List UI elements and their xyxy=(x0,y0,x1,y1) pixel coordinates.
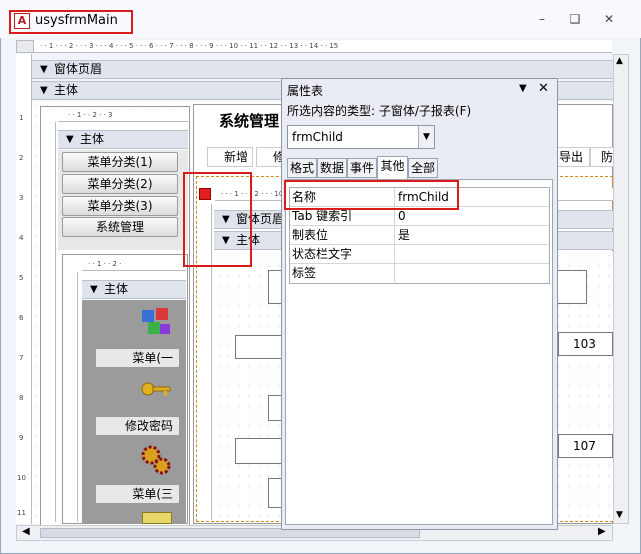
property-key: 标签 xyxy=(292,266,317,280)
section-label: 主体 xyxy=(80,132,105,146)
restore-button[interactable]: ❑ xyxy=(565,12,585,28)
vruler-num: 8 xyxy=(19,394,24,402)
small-tool-icon[interactable] xyxy=(142,512,172,524)
vruler-num: 9 xyxy=(19,434,24,442)
selection-type-label: 所选内容的类型: 子窗体/子报表(F) xyxy=(287,104,472,118)
vruler-num: 10 xyxy=(17,474,26,482)
object-selector[interactable]: frmChild ▼ xyxy=(287,125,435,149)
name-property-highlight-box xyxy=(284,180,459,210)
vruler-num: 3 xyxy=(19,194,24,202)
form-header-section[interactable]: ▼ 窗体页眉 xyxy=(32,60,613,79)
property-key: 状态栏文字 xyxy=(292,247,353,261)
main-panel-title: 系统管理 xyxy=(219,112,280,130)
value-field[interactable]: 107 xyxy=(558,434,613,458)
close-button[interactable]: ✕ xyxy=(599,12,619,28)
vruler-num: 4 xyxy=(19,234,24,242)
key-icon[interactable] xyxy=(140,376,172,402)
vruler-num: 2 xyxy=(19,154,24,162)
scroll-right-arrow-icon[interactable]: ▶ xyxy=(598,526,606,537)
vruler-num: 5 xyxy=(19,274,24,282)
tab-data[interactable]: 数据 xyxy=(317,158,347,178)
property-row-status-bar-text[interactable]: 状态栏文字 xyxy=(290,245,549,264)
top-ruler: · · 1 · · · 2 · · · 3 · · · 4 · · · 5 · … xyxy=(34,40,612,53)
left-ruler: 1 2 3 4 5 6 7 8 9 10 11 xyxy=(16,54,32,524)
gears-icon[interactable] xyxy=(140,444,172,476)
control-placeholder[interactable] xyxy=(235,438,287,464)
print-button[interactable]: 防 xyxy=(590,147,614,167)
new-button[interactable]: 新增 xyxy=(207,147,253,167)
menu-icon[interactable] xyxy=(140,306,172,338)
property-sheet-close-icon[interactable]: ✕ xyxy=(538,81,549,96)
vruler-num: 11 xyxy=(17,509,26,517)
section-label: 主体 xyxy=(54,83,79,97)
change-password-label[interactable]: 修改密码 xyxy=(95,416,180,436)
chevron-down-icon[interactable]: ▼ xyxy=(418,126,434,148)
subform-highlight-box xyxy=(183,172,252,267)
section-label: 窗体页眉 xyxy=(54,62,103,76)
scroll-left-arrow-icon[interactable]: ◀ xyxy=(22,526,30,537)
vruler-num: 6 xyxy=(19,314,24,322)
minimize-button[interactable]: – xyxy=(532,12,552,28)
menu-category-3-button[interactable]: 菜单分类(3) xyxy=(62,196,178,216)
modify-button[interactable]: 修 xyxy=(256,147,285,167)
vertical-scrollbar[interactable] xyxy=(613,54,629,524)
tab-all[interactable]: 全部 xyxy=(408,158,438,178)
icon-subform-ruler: · · 1 · · 2 · xyxy=(82,258,186,271)
scroll-down-arrow-icon[interactable]: ▼ xyxy=(616,510,623,520)
tab-other[interactable]: 其他 xyxy=(377,156,408,180)
property-key: 制表位 xyxy=(292,228,329,242)
property-row-tab-stop[interactable]: 制表位 是 xyxy=(290,226,549,245)
object-selector-value: frmChild xyxy=(292,130,343,144)
menu-1-label[interactable]: 菜单(一 xyxy=(95,348,180,368)
property-row-tag[interactable]: 标签 xyxy=(290,264,549,283)
export-button[interactable]: 导出 xyxy=(556,147,590,167)
icon-subform-vruler xyxy=(64,272,78,522)
tab-format[interactable]: 格式 xyxy=(287,158,317,178)
title-highlight-box xyxy=(9,10,133,34)
control-placeholder[interactable] xyxy=(235,335,287,359)
menu-subform-detail-section[interactable]: ▼ 主体 xyxy=(58,130,188,149)
menu-3-label[interactable]: 菜单(三 xyxy=(95,484,180,504)
property-sheet-dropdown-icon[interactable]: ▼ xyxy=(519,83,527,94)
icon-subform-detail-section[interactable]: ▼ 主体 xyxy=(82,280,186,299)
value-field[interactable]: 103 xyxy=(558,332,613,356)
property-value[interactable]: 是 xyxy=(398,226,410,244)
scroll-up-arrow-icon[interactable]: ▲ xyxy=(616,56,623,66)
menu-subform-ruler: · · 1 · · 2 · · 3 xyxy=(58,109,188,122)
system-management-button[interactable]: 系统管理 xyxy=(62,217,178,237)
menu-subform-vruler xyxy=(42,122,56,522)
tab-event[interactable]: 事件 xyxy=(347,158,377,178)
section-label: 主体 xyxy=(104,282,129,296)
vruler-num: 7 xyxy=(19,354,24,362)
vruler-num: 1 xyxy=(19,114,24,122)
menu-category-1-button[interactable]: 菜单分类(1) xyxy=(62,152,178,172)
menu-category-2-button[interactable]: 菜单分类(2) xyxy=(62,174,178,194)
property-sheet-title: 属性表 xyxy=(287,84,324,98)
ruler-corner[interactable] xyxy=(16,40,34,53)
control-placeholder[interactable] xyxy=(555,270,587,304)
